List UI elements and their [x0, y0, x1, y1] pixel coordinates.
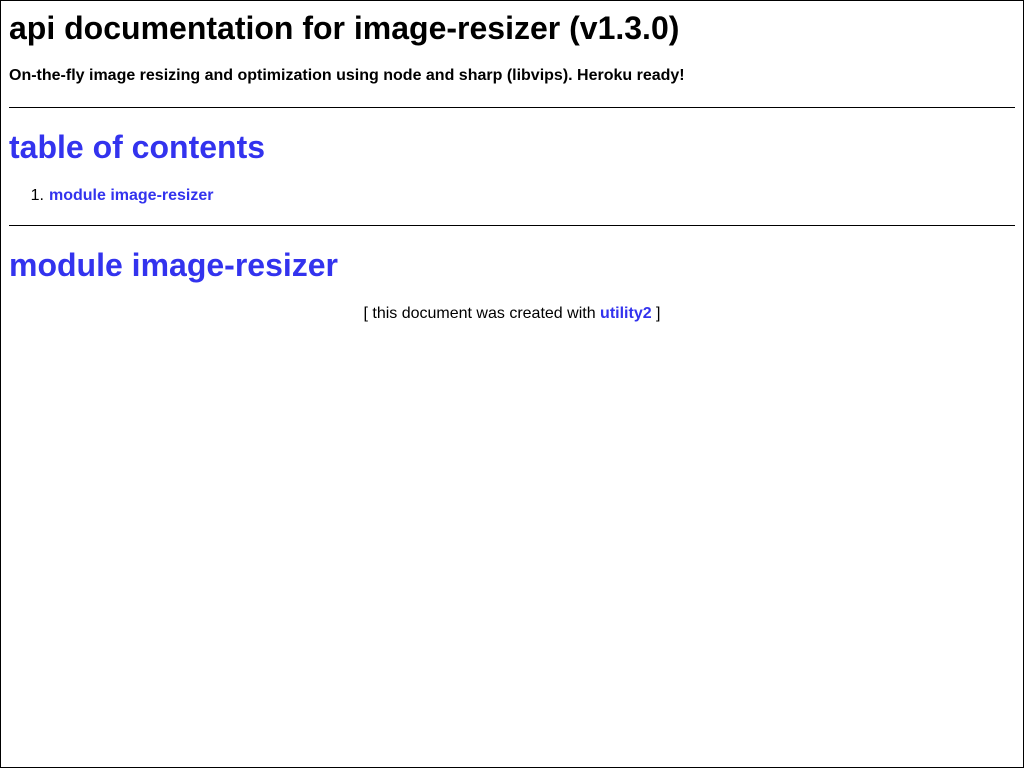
footer-suffix: ]	[651, 305, 661, 322]
document-page: api documentation for image-resizer (v1.…	[0, 0, 1024, 768]
toc-item-number: 1.	[30, 187, 44, 204]
footer-prefix: [ this document was created with	[363, 305, 601, 322]
module-heading: module image-resizer	[9, 247, 338, 283]
footer: [ this document was created with utility…	[9, 284, 1015, 323]
toc-list: 1. module image-resizer	[9, 166, 1015, 205]
toc-link-module-image-resizer[interactable]: module image-resizer	[49, 187, 214, 205]
page-description: On-the-fly image resizing and optimizati…	[9, 67, 685, 84]
toc-item: 1. module image-resizer	[9, 187, 1015, 205]
toc-heading: table of contents	[9, 129, 266, 165]
page-title: api documentation for image-resizer (v1.…	[9, 10, 680, 46]
utility2-link[interactable]: utility2	[600, 305, 652, 322]
